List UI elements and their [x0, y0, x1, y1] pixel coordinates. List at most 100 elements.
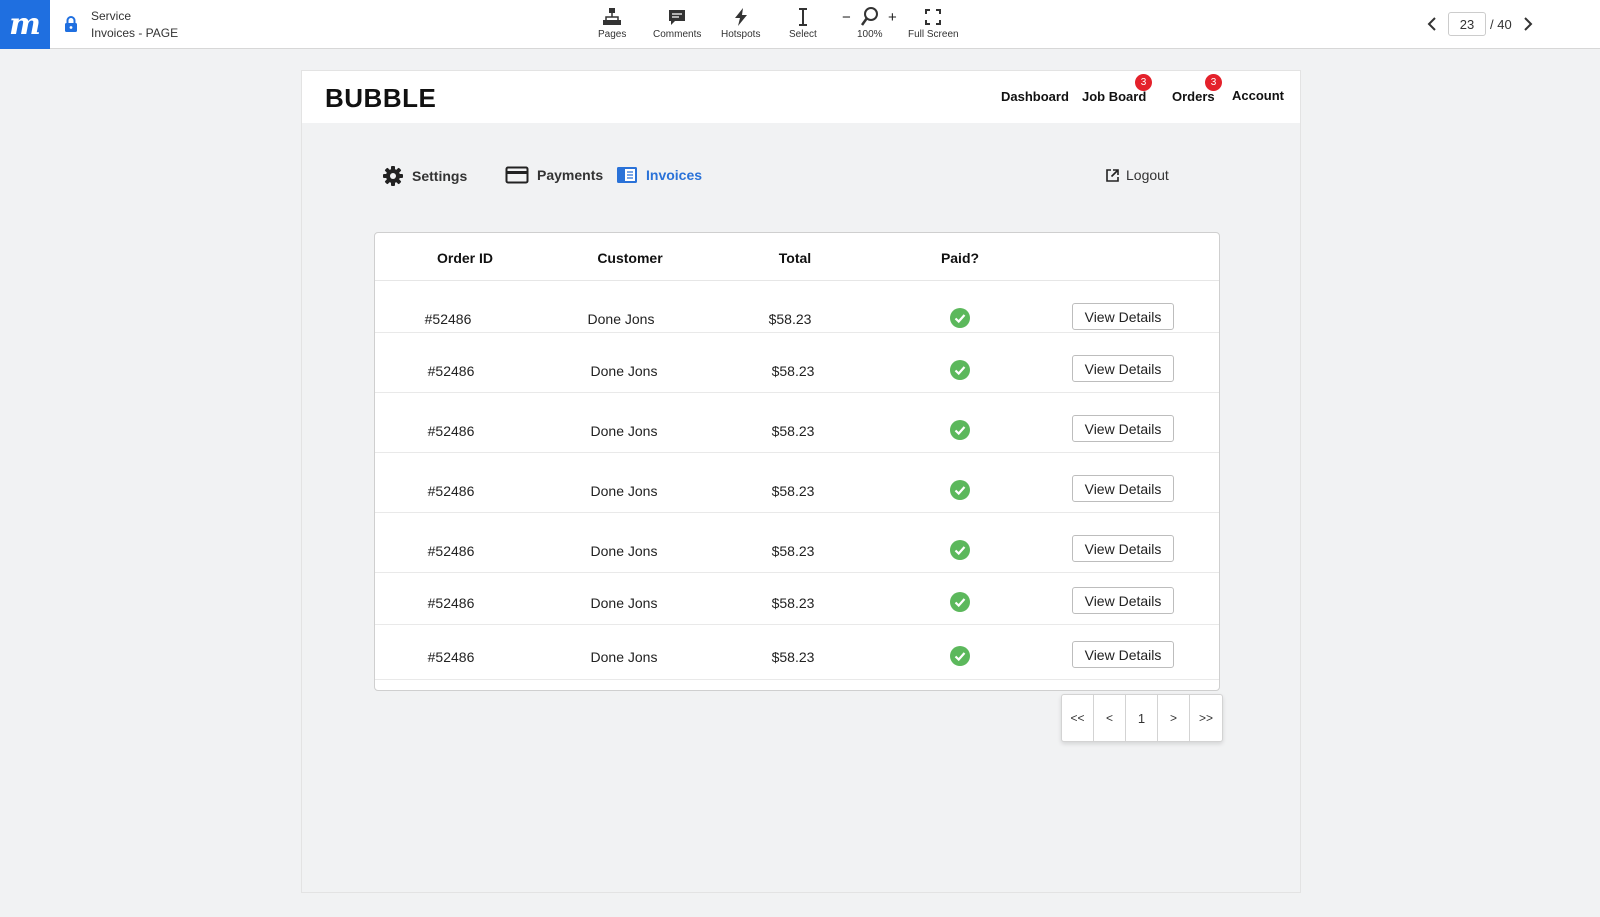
lock-icon — [65, 16, 77, 32]
customer-cell: Done Jons — [590, 363, 658, 379]
zoom-tool[interactable]: 100% — [857, 6, 883, 40]
current-page-button[interactable]: 1 — [1126, 695, 1158, 741]
pagination: << < 1 > >> — [1061, 694, 1223, 742]
page-frame: BUBBLE Dashboard Job Board 3 Orders 3 Ac… — [301, 70, 1301, 893]
logout-label: Logout — [1126, 167, 1169, 183]
view-details-button[interactable]: View Details — [1072, 641, 1174, 668]
prev-screen-button[interactable] — [1424, 12, 1440, 36]
order-id-cell: #52486 — [427, 423, 475, 439]
select-tool[interactable]: Select — [789, 6, 817, 40]
total-cell: $58.23 — [771, 543, 815, 559]
prev-page-button[interactable]: < — [1094, 695, 1126, 741]
nav-job-board[interactable]: Job Board — [1082, 89, 1146, 104]
total-cell: $58.23 — [771, 423, 815, 439]
customer-cell: Done Jons — [590, 543, 658, 559]
magnifier-icon — [860, 7, 878, 26]
select-label: Select — [789, 29, 817, 40]
tab-settings[interactable]: Settings — [382, 165, 467, 187]
order-id-cell: #52486 — [427, 649, 475, 665]
table-row: #52486 Done Jons $58.23 View Details — [375, 625, 1219, 680]
app-header: BUBBLE Dashboard Job Board 3 Orders 3 Ac… — [302, 71, 1300, 123]
total-cell: $58.23 — [771, 483, 815, 499]
text-cursor-icon — [798, 8, 807, 26]
breadcrumb-project[interactable]: Service — [91, 8, 178, 25]
last-page-button[interactable]: >> — [1190, 695, 1222, 741]
tab-invoices-label: Invoices — [646, 167, 703, 183]
next-screen-button[interactable] — [1520, 12, 1536, 36]
pages-tool[interactable]: Pages — [598, 6, 626, 40]
customer-cell: Done Jons — [587, 311, 655, 327]
view-details-button[interactable]: View Details — [1072, 415, 1174, 442]
breadcrumb: Service Invoices - PAGE — [91, 8, 178, 42]
total-cell: $58.23 — [768, 311, 812, 327]
order-id-cell: #52486 — [424, 311, 472, 327]
table-row: #52486 Done Jons $58.23 View Details — [375, 393, 1219, 453]
comments-label: Comments — [653, 29, 702, 40]
hotspots-label: Hotspots — [721, 29, 761, 40]
screen-pager: / 40 — [1424, 12, 1536, 36]
comment-icon — [669, 10, 686, 25]
current-screen-input[interactable] — [1448, 12, 1486, 36]
total-cell: $58.23 — [771, 363, 815, 379]
gear-icon — [383, 166, 403, 186]
paid-check-icon — [950, 420, 970, 440]
view-details-button[interactable]: View Details — [1072, 475, 1174, 502]
order-id-cell: #52486 — [427, 543, 475, 559]
tab-payments-label: Payments — [537, 167, 604, 183]
zoom-in-button[interactable]: + — [888, 9, 897, 26]
fullscreen-tool[interactable]: Full Screen — [908, 6, 959, 40]
nav-orders[interactable]: Orders — [1172, 89, 1215, 104]
credit-card-icon — [505, 166, 529, 184]
prototype-toolbar: m Service Invoices - PAGE Pages Comments… — [0, 0, 1600, 49]
invoice-icon — [617, 167, 637, 183]
paid-check-icon — [950, 308, 970, 328]
paid-check-icon — [950, 360, 970, 380]
chevron-right-icon — [1523, 17, 1533, 31]
view-details-button[interactable]: View Details — [1072, 535, 1174, 562]
zoom-out-button[interactable]: − — [842, 9, 851, 26]
table-row: #52486 Done Jons $58.23 View Details — [375, 333, 1219, 393]
customer-cell: Done Jons — [590, 649, 658, 665]
job-board-badge: 3 — [1135, 74, 1152, 91]
logout-link[interactable]: Logout — [1105, 167, 1169, 183]
view-details-button[interactable]: View Details — [1072, 587, 1174, 614]
brand-logo[interactable]: BUBBLE — [325, 83, 436, 114]
lightning-icon — [734, 8, 747, 26]
nav-account[interactable]: Account — [1232, 88, 1284, 103]
total-cell: $58.23 — [771, 649, 815, 665]
customer-cell: Done Jons — [590, 423, 658, 439]
next-page-button[interactable]: > — [1158, 695, 1190, 741]
tab-invoices[interactable]: Invoices — [616, 165, 702, 185]
paid-check-icon — [950, 646, 970, 666]
paid-check-icon — [950, 480, 970, 500]
table-row: #52486 Done Jons $58.23 View Details — [375, 281, 1219, 333]
tab-payments[interactable]: Payments — [505, 165, 603, 185]
header-paid: Paid? — [940, 250, 980, 266]
header-customer: Customer — [597, 250, 663, 266]
order-id-cell: #52486 — [427, 483, 475, 499]
customer-cell: Done Jons — [590, 595, 658, 611]
nav-dashboard[interactable]: Dashboard — [1001, 89, 1069, 104]
order-id-cell: #52486 — [427, 363, 475, 379]
view-details-button[interactable]: View Details — [1072, 355, 1174, 382]
table-row: #52486 Done Jons $58.23 View Details — [375, 453, 1219, 513]
total-screens: / 40 — [1490, 16, 1512, 32]
tab-settings-label: Settings — [412, 168, 468, 184]
first-page-button[interactable]: << — [1062, 695, 1094, 741]
header-order-id: Order ID — [436, 250, 494, 266]
table-row: #52486 Done Jons $58.23 View Details — [375, 573, 1219, 625]
app-logo[interactable]: m — [0, 0, 50, 49]
header-total: Total — [778, 250, 812, 266]
paid-check-icon — [950, 592, 970, 612]
zoom-level: 100% — [857, 29, 883, 40]
view-details-button[interactable]: View Details — [1072, 303, 1174, 330]
total-cell: $58.23 — [771, 595, 815, 611]
sitemap-icon — [603, 8, 622, 25]
hotspots-tool[interactable]: Hotspots — [721, 6, 760, 40]
breadcrumb-page: Invoices - PAGE — [91, 26, 179, 40]
fullscreen-icon — [925, 9, 942, 25]
paid-check-icon — [950, 540, 970, 560]
table-header: Order ID Customer Total Paid? — [375, 233, 1219, 281]
customer-cell: Done Jons — [590, 483, 658, 499]
comments-tool[interactable]: Comments — [653, 6, 701, 40]
